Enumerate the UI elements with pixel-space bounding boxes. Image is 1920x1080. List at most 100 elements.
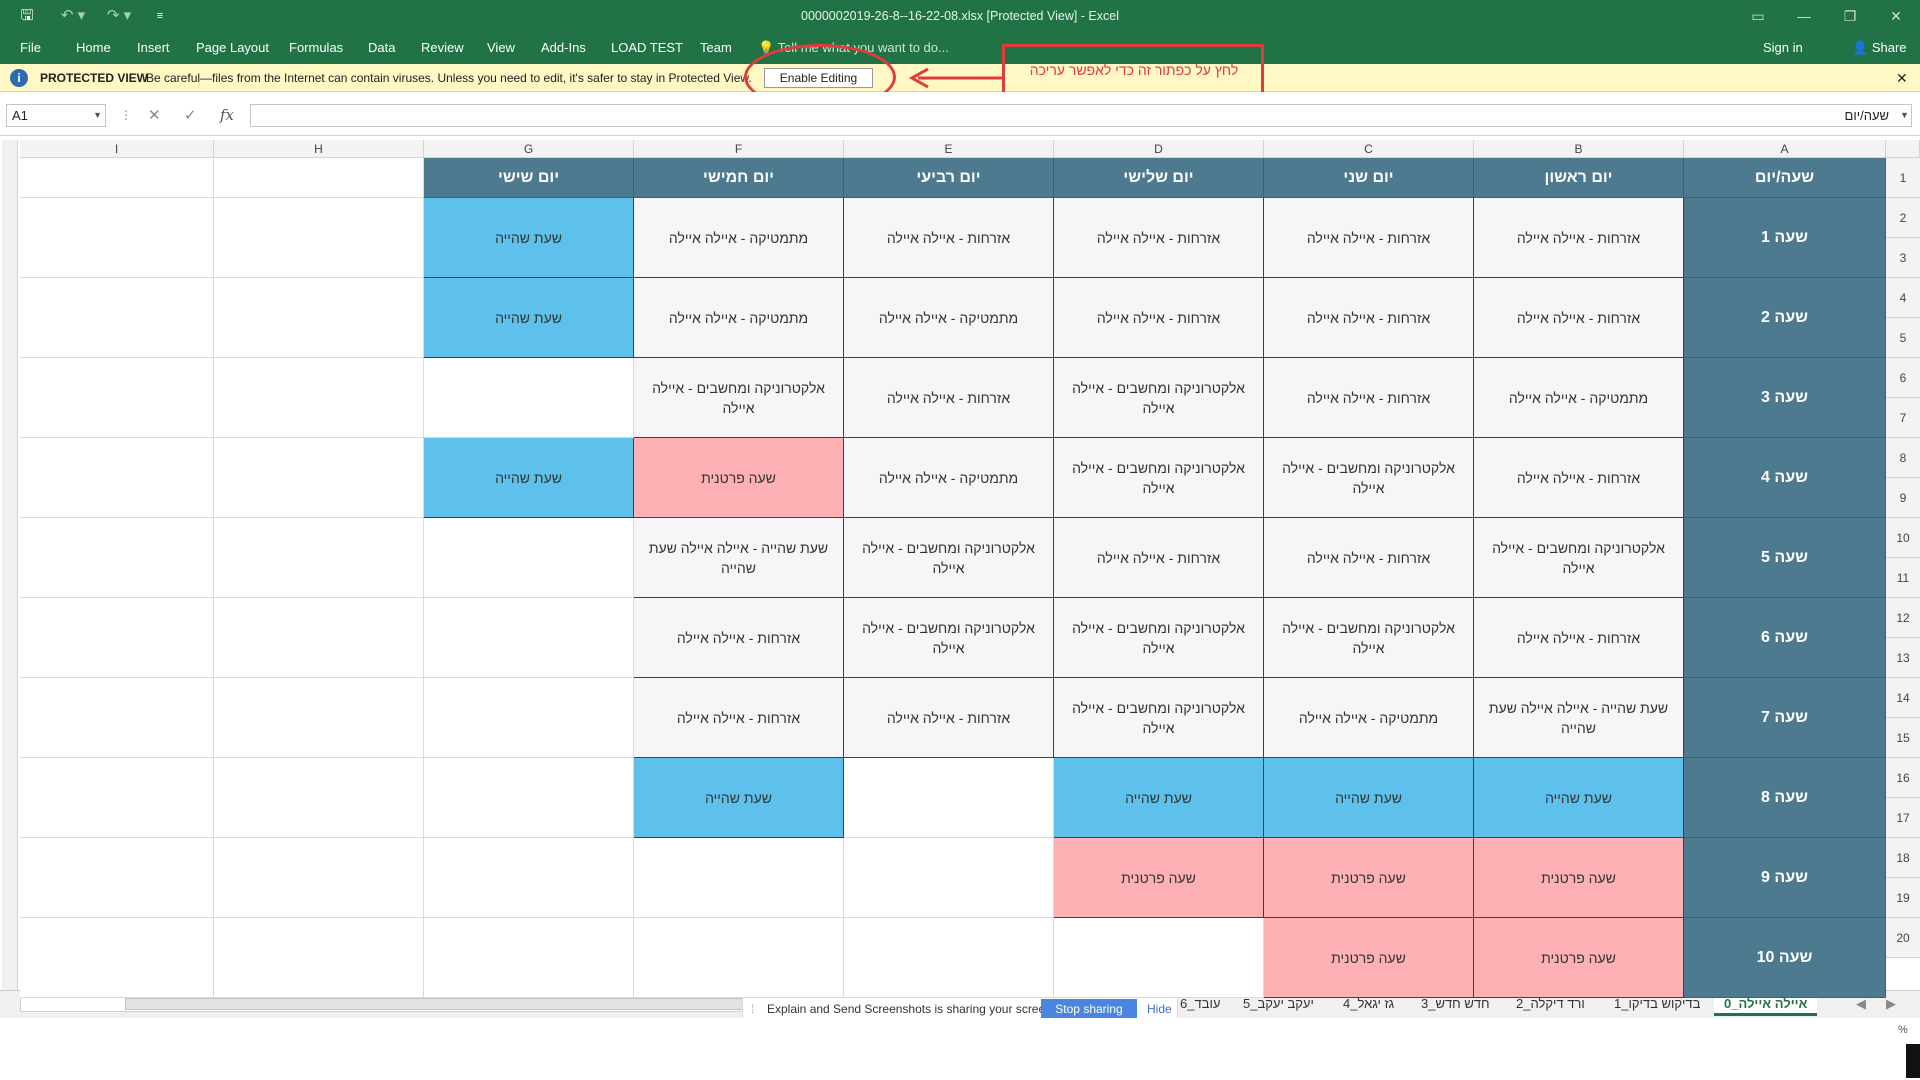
- schedule-cell[interactable]: אלקטרוניקה ומחשבים - איילה איילה: [1054, 358, 1264, 438]
- schedule-cell[interactable]: אזרחות - איילה איילה: [1264, 518, 1474, 598]
- enter-icon[interactable]: ✓: [184, 104, 197, 127]
- schedule-cell[interactable]: אזרחות - איילה איילה: [1474, 598, 1684, 678]
- row-header[interactable]: 13: [1886, 638, 1920, 678]
- schedule-cell[interactable]: אלקטרוניקה ומחשבים - איילה איילה: [844, 598, 1054, 678]
- schedule-cell[interactable]: שעה פרטנית: [1264, 838, 1474, 918]
- row-header[interactable]: 2: [1886, 198, 1920, 238]
- row-header[interactable]: 17: [1886, 798, 1920, 838]
- column-header-b[interactable]: B: [1474, 140, 1684, 158]
- row-header[interactable]: 18: [1886, 838, 1920, 878]
- schedule-cell[interactable]: [1054, 918, 1264, 998]
- cell[interactable]: [214, 278, 424, 358]
- row-header[interactable]: 16: [1886, 758, 1920, 798]
- column-header-i[interactable]: I: [20, 140, 214, 158]
- cell[interactable]: [20, 758, 214, 838]
- column-header-a[interactable]: A: [1684, 140, 1886, 158]
- schedule-cell[interactable]: מתמטיקה - איילה איילה: [1264, 678, 1474, 758]
- close-icon[interactable]: ✕: [1896, 64, 1908, 92]
- schedule-cell[interactable]: מתמטיקה - איילה איילה: [1474, 358, 1684, 438]
- schedule-cell[interactable]: שעת שהייה: [634, 758, 844, 838]
- schedule-cell[interactable]: אזרחות - איילה איילה: [1264, 278, 1474, 358]
- cell[interactable]: [20, 158, 214, 198]
- stop-sharing-button[interactable]: Stop sharing: [1041, 999, 1137, 1019]
- schedule-cell[interactable]: [424, 758, 634, 838]
- sign-in-link[interactable]: Sign in: [1763, 32, 1803, 64]
- schedule-cell[interactable]: מתמטיקה - איילה איילה: [844, 278, 1054, 358]
- schedule-cell[interactable]: [634, 838, 844, 918]
- period-label[interactable]: שעה 4: [1684, 438, 1886, 518]
- column-header-g[interactable]: G: [424, 140, 634, 158]
- cell[interactable]: [214, 358, 424, 438]
- close-button[interactable]: ✕: [1873, 0, 1919, 32]
- tab-formulas[interactable]: Formulas: [289, 32, 343, 64]
- expand-formula-icon[interactable]: ▼: [1900, 104, 1909, 127]
- day-header[interactable]: יום שלישי: [1054, 158, 1264, 198]
- row-header[interactable]: 19: [1886, 878, 1920, 918]
- row-header[interactable]: 12: [1886, 598, 1920, 638]
- day-header[interactable]: יום רביעי: [844, 158, 1054, 198]
- schedule-cell[interactable]: שעה פרטנית: [1474, 838, 1684, 918]
- schedule-cell[interactable]: אלקטרוניקה ומחשבים - איילה איילה: [844, 518, 1054, 598]
- tab-load-test[interactable]: LOAD TEST: [611, 32, 683, 64]
- row-header[interactable]: 20: [1886, 918, 1920, 958]
- insert-function-icon[interactable]: fx: [220, 104, 234, 127]
- schedule-cell[interactable]: [424, 518, 634, 598]
- period-label[interactable]: שעה 5: [1684, 518, 1886, 598]
- name-box[interactable]: A1 ▼: [6, 104, 106, 127]
- row-header[interactable]: 15: [1886, 718, 1920, 758]
- schedule-cell[interactable]: שעה פרטנית: [1264, 918, 1474, 998]
- cell[interactable]: [214, 678, 424, 758]
- minimize-button[interactable]: —: [1781, 0, 1827, 32]
- schedule-cell[interactable]: שעת שהייה: [424, 198, 634, 278]
- cell[interactable]: [20, 598, 214, 678]
- period-label[interactable]: שעה 10: [1684, 918, 1886, 998]
- schedule-cell[interactable]: שעת שהייה - איילה איילה שעת שהייה: [634, 518, 844, 598]
- cell[interactable]: [214, 158, 424, 198]
- schedule-cell[interactable]: אלקטרוניקה ומחשבים - איילה איילה: [1054, 678, 1264, 758]
- period-label[interactable]: שעה 6: [1684, 598, 1886, 678]
- formula-input[interactable]: שעה/יום: [250, 104, 1912, 127]
- schedule-cell[interactable]: שעת שהייה: [1264, 758, 1474, 838]
- horizontal-scrollbar[interactable]: [20, 996, 745, 1012]
- tab-add-ins[interactable]: Add-Ins: [541, 32, 586, 64]
- tab-insert[interactable]: Insert: [137, 32, 170, 64]
- period-label[interactable]: שעה 1: [1684, 198, 1886, 278]
- cell[interactable]: [20, 198, 214, 278]
- column-header-d[interactable]: D: [1054, 140, 1264, 158]
- schedule-cell[interactable]: [424, 598, 634, 678]
- schedule-cell[interactable]: אלקטרוניקה ומחשבים - איילה איילה: [1264, 598, 1474, 678]
- schedule-cell[interactable]: [424, 918, 634, 998]
- row-header[interactable]: 7: [1886, 398, 1920, 438]
- column-header-f[interactable]: F: [634, 140, 844, 158]
- schedule-cell[interactable]: שעה פרטנית: [1054, 838, 1264, 918]
- schedule-cell[interactable]: מתמטיקה - איילה איילה: [634, 278, 844, 358]
- ribbon-display-icon[interactable]: ▭: [1735, 0, 1781, 32]
- day-header[interactable]: שעה/יום: [1684, 158, 1886, 198]
- row-header[interactable]: 5: [1886, 318, 1920, 358]
- day-header[interactable]: יום ראשון: [1474, 158, 1684, 198]
- tab-home[interactable]: Home: [76, 32, 111, 64]
- schedule-cell[interactable]: [844, 918, 1054, 998]
- restore-button[interactable]: ❐: [1827, 0, 1873, 32]
- schedule-cell[interactable]: אלקטרוניקה ומחשבים - איילה איילה: [1264, 438, 1474, 518]
- cell[interactable]: [214, 198, 424, 278]
- schedule-cell[interactable]: אזרחות - איילה איילה: [1474, 438, 1684, 518]
- cell[interactable]: [20, 358, 214, 438]
- vertical-scrollbar[interactable]: [2, 140, 18, 990]
- tab-review[interactable]: Review: [421, 32, 464, 64]
- period-label[interactable]: שעה 8: [1684, 758, 1886, 838]
- schedule-cell[interactable]: אזרחות - איילה איילה: [634, 678, 844, 758]
- period-label[interactable]: שעה 9: [1684, 838, 1886, 918]
- row-header[interactable]: 6: [1886, 358, 1920, 398]
- sheet-nav-next-icon[interactable]: ▶: [1886, 992, 1896, 1016]
- row-header[interactable]: 4: [1886, 278, 1920, 318]
- cell[interactable]: [214, 758, 424, 838]
- cell[interactable]: [20, 518, 214, 598]
- schedule-cell[interactable]: אזרחות - איילה איילה: [1474, 278, 1684, 358]
- day-header[interactable]: יום חמישי: [634, 158, 844, 198]
- schedule-cell[interactable]: אזרחות - איילה איילה: [1264, 358, 1474, 438]
- schedule-cell[interactable]: [424, 838, 634, 918]
- schedule-cell[interactable]: שעה פרטנית: [634, 438, 844, 518]
- schedule-cell[interactable]: אלקטרוניקה ומחשבים - איילה איילה: [1474, 518, 1684, 598]
- schedule-cell[interactable]: [844, 838, 1054, 918]
